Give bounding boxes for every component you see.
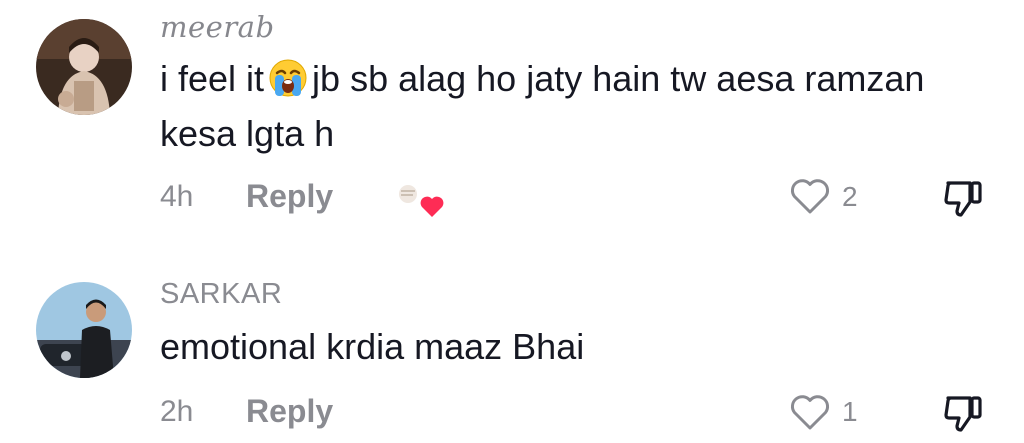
heart-icon[interactable] — [788, 390, 832, 434]
heart-icon[interactable] — [788, 174, 832, 218]
comment-text: i feel it jb sb alag ho jaty hain tw aes… — [160, 55, 980, 158]
reply-button[interactable]: Reply — [246, 178, 333, 215]
like-count: 2 — [842, 181, 858, 212]
comment-time: 4h — [160, 180, 194, 213]
liked-by-creator-badge — [398, 184, 446, 220]
comment-time: 2h — [160, 395, 194, 428]
avatar[interactable] — [36, 19, 132, 115]
reply-button[interactable]: Reply — [246, 393, 333, 430]
thumbs-down-icon[interactable] — [940, 390, 988, 438]
comment-username[interactable]: SARKAR — [160, 278, 282, 311]
comment-text: emotional krdia maaz Bhai — [160, 326, 585, 367]
loudly-crying-face-icon — [268, 58, 308, 110]
avatar[interactable] — [36, 282, 132, 378]
comment-text-part: i feel it — [160, 58, 265, 99]
like-count: 1 — [842, 396, 858, 427]
comment-item: SARKAR emotional krdia maaz Bhai 2h Repl… — [0, 230, 1024, 442]
thumbs-down-icon[interactable] — [940, 175, 988, 223]
comment-username[interactable]: meerab — [160, 10, 275, 44]
comment-item: meerab i feel it jb sb alag ho jaty hain… — [0, 0, 1024, 230]
